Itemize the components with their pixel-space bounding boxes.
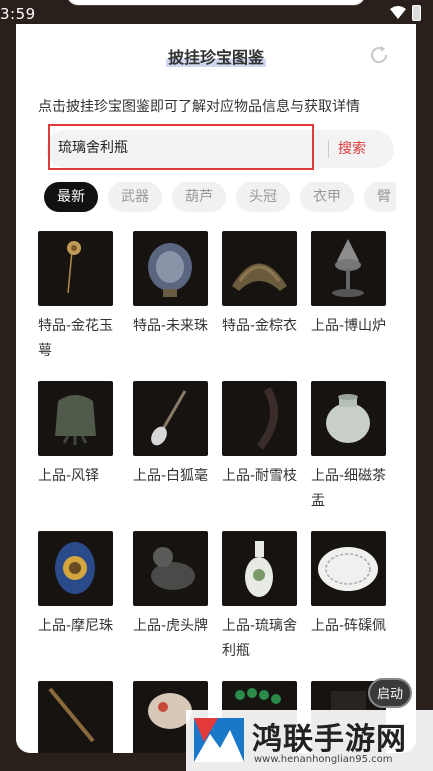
grid-item[interactable]: 上品-琉璃舍利瓶 bbox=[222, 531, 302, 664]
item-label: 上品-摩尼珠 bbox=[38, 618, 114, 634]
item-label: 上品-白狐毫 bbox=[133, 468, 209, 484]
watermark: 鸿联手游网 www.henanhonglian95.com bbox=[186, 710, 433, 771]
search-divider bbox=[328, 140, 329, 158]
top-pill bbox=[66, 0, 366, 6]
search-button[interactable]: 搜索 bbox=[338, 138, 366, 158]
jewel-ring-icon bbox=[55, 542, 95, 594]
item-thumbnail bbox=[133, 531, 208, 606]
watermark-logo-icon bbox=[194, 718, 244, 762]
grid-item[interactable]: 上品-细磁茶盂 bbox=[311, 381, 391, 514]
item-thumbnail bbox=[133, 381, 208, 456]
grid-item[interactable]: 特品-未来珠 bbox=[133, 231, 213, 339]
grid-item[interactable]: 上品-风铎 bbox=[38, 381, 118, 489]
refresh-icon[interactable] bbox=[368, 44, 390, 66]
staff-icon bbox=[48, 687, 95, 743]
tab-armor[interactable]: 衣甲 bbox=[300, 182, 354, 212]
watermark-url: www.henanhonglian95.com bbox=[254, 754, 393, 765]
grid-item[interactable]: 上品-砗磲佩 bbox=[311, 531, 391, 639]
brush-icon bbox=[151, 390, 187, 446]
search-bar: 搜索 bbox=[46, 124, 394, 170]
porcelain-vase-icon bbox=[245, 541, 273, 597]
item-label: 上品-耐雪枝 bbox=[222, 468, 298, 484]
tab-headgear[interactable]: 头冠 bbox=[236, 182, 290, 212]
tab-weapons[interactable]: 武器 bbox=[108, 182, 162, 212]
grid-item[interactable] bbox=[38, 681, 118, 753]
item-thumbnail bbox=[311, 531, 386, 606]
battery-icon bbox=[412, 5, 421, 21]
item-label: 特品-金棕衣 bbox=[222, 318, 298, 334]
tiger-figure-icon bbox=[151, 547, 195, 590]
item-thumbnail bbox=[38, 231, 113, 306]
watermark-title: 鸿联手游网 bbox=[252, 722, 407, 757]
ornate-orb-icon bbox=[148, 243, 192, 297]
tab-arm[interactable]: 臂 bbox=[364, 182, 396, 212]
incense-burner-icon bbox=[332, 239, 364, 297]
feather-cloak-icon bbox=[232, 263, 287, 291]
grid-item[interactable]: 上品-耐雪枝 bbox=[222, 381, 302, 489]
tab-gourd[interactable]: 葫芦 bbox=[172, 182, 226, 212]
item-label: 上品-风铎 bbox=[38, 468, 100, 484]
item-thumbnail bbox=[222, 531, 297, 606]
item-thumbnail bbox=[222, 381, 297, 456]
grid-item[interactable]: 特品-金花玉萼 bbox=[38, 231, 118, 364]
item-thumbnail bbox=[38, 381, 113, 456]
item-label: 上品-细磁茶盂 bbox=[311, 468, 387, 509]
wifi-icon bbox=[390, 6, 406, 19]
item-label: 上品-砗磲佩 bbox=[311, 618, 387, 634]
item-thumbnail bbox=[311, 381, 386, 456]
treasure-panel: 披挂珍宝图鉴 点击披挂珍宝图鉴即可了解对应物品信息与获取详情 搜索 最新 武器 … bbox=[16, 24, 416, 753]
item-label: 特品-未来珠 bbox=[133, 318, 209, 334]
tab-latest[interactable]: 最新 bbox=[44, 182, 98, 212]
grid-item[interactable]: 上品-虎头牌 bbox=[133, 531, 213, 639]
status-icons bbox=[390, 5, 421, 21]
bronze-bell-icon bbox=[55, 395, 96, 445]
status-time: 3:59 bbox=[0, 5, 36, 23]
item-label: 上品-虎头牌 bbox=[133, 618, 209, 634]
grid-item[interactable]: 特品-金棕衣 bbox=[222, 231, 302, 339]
celadon-jar-icon bbox=[326, 394, 370, 443]
grid-item[interactable]: 上品-摩尼珠 bbox=[38, 531, 118, 639]
grid-item[interactable]: 上品-白狐毫 bbox=[133, 381, 213, 489]
page-title: 披挂珍宝图鉴 bbox=[165, 48, 266, 67]
item-thumbnail bbox=[38, 531, 113, 606]
white-disc-icon bbox=[318, 547, 378, 591]
intro-text: 点击披挂珍宝图鉴即可了解对应物品信息与获取详情 bbox=[38, 99, 360, 115]
item-label: 特品-金花玉萼 bbox=[38, 318, 114, 359]
item-label: 上品-博山炉 bbox=[311, 318, 387, 334]
gold-hairpin-icon bbox=[67, 241, 81, 294]
item-thumbnail bbox=[311, 231, 386, 306]
item-thumbnail bbox=[222, 231, 297, 306]
grid-item[interactable]: 上品-博山炉 bbox=[311, 231, 391, 339]
item-thumbnail bbox=[38, 681, 113, 753]
category-tabs: 最新 武器 葫芦 头冠 衣甲 臂 bbox=[44, 182, 396, 214]
curved-branch-icon bbox=[256, 386, 279, 450]
item-thumbnail bbox=[133, 231, 208, 306]
start-button[interactable]: 启动 bbox=[368, 678, 412, 708]
search-input[interactable] bbox=[48, 124, 314, 170]
item-label: 上品-琉璃舍利瓶 bbox=[222, 618, 298, 659]
